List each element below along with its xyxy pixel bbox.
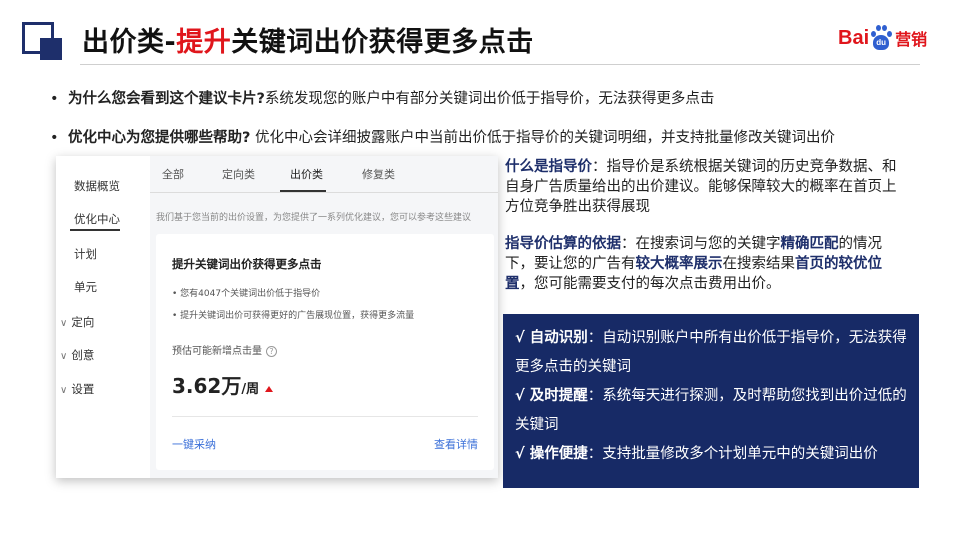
baidu-paw-icon: du — [870, 25, 893, 51]
help-icon[interactable]: ? — [266, 345, 277, 357]
title-highlight: 提升 — [176, 27, 232, 58]
sidebar-item-label: 计划 — [74, 247, 97, 261]
title-suffix: 关键词出价获得更多点击 — [231, 27, 534, 58]
sidebar-item-label: 创意 — [71, 348, 95, 362]
guide-price-basis: 指导价估算的依据：在搜索词与您的关键字精确匹配的情况下，要让您的广告有较大概率展… — [505, 234, 900, 294]
logo-text-bai: Bai — [838, 26, 870, 49]
guide-price-definition: 什么是指导价：指导价是系统根据关键词的历史竞争数据、和自身广告质量给出的出价建议… — [505, 157, 900, 217]
feature-label: √ 操作便捷 — [515, 446, 588, 462]
sidebar-item-creative[interactable]: ∨ 创意 — [60, 347, 94, 363]
features-box: √ 自动识别：自动识别账户中所有出价低于指导价，无法获得更多点击的关键词 √ 及… — [503, 314, 919, 488]
card-item: • 您有4047个关键词出价低于指导价 — [172, 289, 321, 299]
trend-up-icon — [265, 385, 274, 392]
bullet-how-help: • 优化中心为您提供哪些帮助? 优化中心会详细披露账户中当前出价低于指导价的关键词… — [50, 126, 835, 147]
basis-emphasis: 精确匹配 — [780, 236, 839, 252]
title-prefix: 出价类- — [82, 27, 177, 58]
estimate-number: 3.62万 — [172, 374, 242, 398]
feature-timely-reminder: √ 及时提醒：系统每天进行探测，及时帮助您找到出价过低的关键词 — [515, 382, 909, 440]
tab-targeting[interactable]: 定向类 — [222, 166, 255, 182]
bullet-question: 为什么您会看到这个建议卡片? — [68, 91, 265, 107]
basis-text: ，您可能需要支付的每次点击费用出价。 — [519, 276, 781, 292]
adopt-all-link[interactable]: 一键采纳 — [172, 436, 216, 452]
sidebar-item-settings[interactable]: ∨ 设置 — [60, 381, 94, 397]
estimate-value: 3.62万/周 — [172, 370, 274, 399]
logo-text-yingxiao: 营销 — [895, 30, 928, 49]
header-divider — [80, 64, 920, 65]
card-divider — [172, 416, 478, 417]
feature-label: √ 自动识别 — [515, 330, 588, 346]
sidebar-item-label: 数据概览 — [74, 179, 120, 193]
bullet-why-card: • 为什么您会看到这个建议卡片?系统发现您的账户中有部分关键词出价低于指导价，无法… — [50, 87, 714, 108]
optimization-center-screenshot: 数据概览 优化中心 计划 单元 ∨ 定向 ∨ 创意 ∨ 设置 全部 定向类 出价类 修… — [56, 156, 498, 478]
active-tab-indicator — [280, 190, 326, 192]
definition-label: 什么是指导价 — [505, 159, 592, 175]
sidebar-item-label: 定向 — [71, 315, 95, 329]
sidebar-item-optimization-center[interactable]: 优化中心 — [70, 211, 120, 231]
chevron-down-icon: ∨ — [60, 318, 68, 329]
card-item: • 提升关键词出价可获得更好的广告展现位置，获得更多流量 — [172, 311, 415, 321]
chevron-down-icon: ∨ — [60, 351, 68, 362]
sidebar-item-overview[interactable]: 数据概览 — [70, 178, 120, 194]
feature-text: ：支持批量修改多个计划单元中的关键词出价 — [587, 446, 878, 462]
basis-emphasis: 较大概率展示 — [635, 256, 723, 272]
bullet-answer: 优化中心会详细披露账户中当前出价低于指导价的关键词明细，并支持批量修改关键词出价 — [250, 130, 836, 146]
suggestion-card: 提升关键词出价获得更多点击 • 您有4047个关键词出价低于指导价 • 提升关键… — [156, 234, 494, 470]
tab-repair[interactable]: 修复类 — [362, 166, 395, 182]
view-details-link[interactable]: 查看详情 — [434, 436, 478, 452]
feature-easy-operation: √ 操作便捷：支持批量修改多个计划单元中的关键词出价 — [515, 440, 909, 469]
sidebar: 数据概览 优化中心 计划 单元 ∨ 定向 ∨ 创意 ∨ 设置 — [56, 156, 150, 478]
sidebar-item-label: 设置 — [71, 382, 95, 396]
bullet-dot: • — [50, 91, 59, 107]
tab-bidding[interactable]: 出价类 — [290, 166, 323, 182]
feature-auto-identify: √ 自动识别：自动识别账户中所有出价低于指导价，无法获得更多点击的关键词 — [515, 324, 909, 382]
chevron-down-icon: ∨ — [60, 385, 68, 396]
feature-label: √ 及时提醒 — [515, 388, 588, 404]
notice-text: 我们基于您当前的出价设置，为您提供了一系列优化建议，您可以参考这些建议 — [156, 213, 472, 223]
card-title: 提升关键词出价获得更多点击 — [172, 257, 322, 271]
estimate-unit: /周 — [241, 382, 260, 397]
estimate-label: 预估可能新增点击量? — [172, 342, 277, 357]
sidebar-item-label: 优化中心 — [74, 212, 120, 226]
basis-label: 指导价估算的依据 — [505, 236, 621, 252]
estimate-label-text: 预估可能新增点击量 — [172, 346, 262, 357]
title-decoration-square — [40, 38, 62, 60]
sidebar-item-unit[interactable]: 单元 — [70, 279, 97, 295]
baidu-marketing-logo: Bai du 营销 — [838, 22, 927, 54]
sidebar-item-targeting[interactable]: ∨ 定向 — [60, 314, 94, 330]
tabs-divider — [150, 192, 498, 193]
main-content: 全部 定向类 出价类 修复类 我们基于您当前的出价设置，为您提供了一系列优化建议… — [150, 156, 498, 478]
basis-text: 在搜索结果 — [722, 256, 796, 272]
bullet-answer: 系统发现您的账户中有部分关键词出价低于指导价，无法获得更多点击 — [264, 91, 715, 107]
page-title: 出价类-提升关键词出价获得更多点击 — [82, 20, 534, 59]
tab-all[interactable]: 全部 — [162, 166, 184, 182]
sidebar-item-plan[interactable]: 计划 — [70, 246, 97, 262]
sidebar-item-label: 单元 — [74, 280, 97, 294]
logo-text-du: du — [873, 35, 890, 50]
basis-text: ：在搜索词与您的关键字 — [621, 236, 781, 252]
bullet-dot: • — [50, 130, 59, 146]
bullet-question: 优化中心为您提供哪些帮助? — [68, 130, 251, 146]
